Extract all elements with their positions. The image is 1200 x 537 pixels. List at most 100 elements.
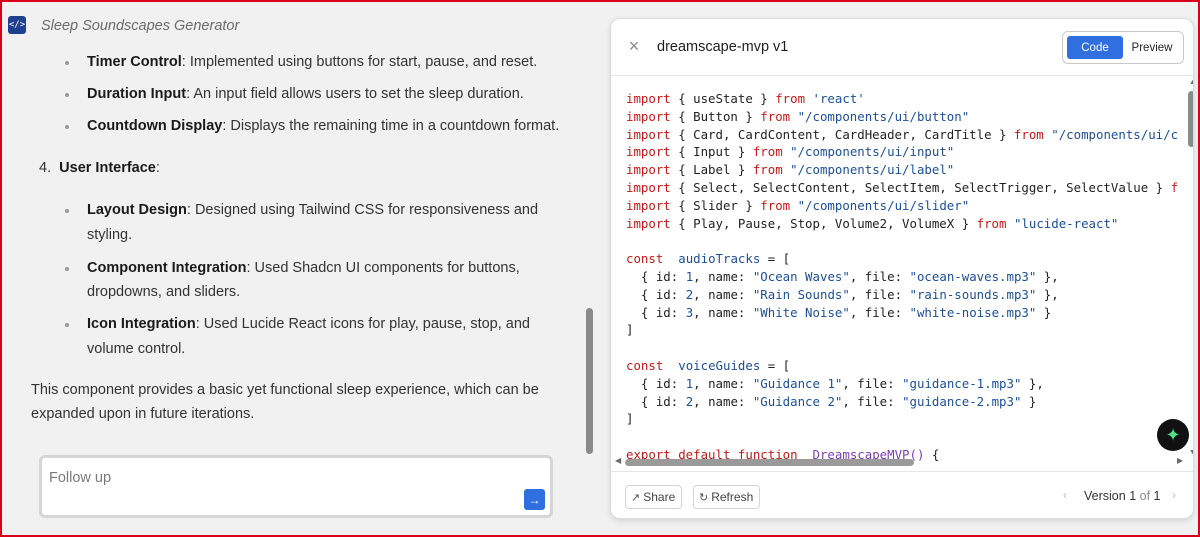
code-token: { id: xyxy=(626,286,686,302)
followup-input[interactable]: Follow up → xyxy=(39,455,553,518)
code-line: import { Input } from "/components/ui/in… xyxy=(626,143,1178,161)
arrow-right-icon: → xyxy=(528,492,541,507)
code-token: "/components/ui/input" xyxy=(790,144,955,160)
list-item: Icon Integration: Used Lucide React icon… xyxy=(87,316,530,332)
refresh-button[interactable]: ↻ Refresh xyxy=(693,485,760,509)
share-button[interactable]: ↗ Share xyxy=(625,485,682,509)
code-token: , name: xyxy=(693,286,753,302)
code-token: } xyxy=(1036,304,1052,320)
code-token: , file: xyxy=(849,268,910,284)
list-item: Duration Input: An input field allows us… xyxy=(87,86,524,102)
code-line: { id: 1, name: "Guidance 1", file: "guid… xyxy=(626,375,1178,393)
code-token: , name: xyxy=(693,393,753,409)
code-line: { id: 1, name: "Ocean Waves", file: "oce… xyxy=(626,268,1178,286)
code-token: "Rain Sounds" xyxy=(752,286,850,302)
bullet-dot xyxy=(65,267,69,271)
code-token: { Play, Pause, Stop, Volume2, VolumeX } xyxy=(678,215,977,231)
close-icon[interactable]: × xyxy=(625,37,643,55)
code-token: = [ xyxy=(760,357,791,373)
code-line: import { useState } from 'react' xyxy=(626,90,1178,108)
code-horizontal-scrollbar-thumb[interactable] xyxy=(625,459,914,466)
code-token: "ocean-waves.mp3" xyxy=(909,268,1037,284)
code-token: from xyxy=(760,108,791,124)
code-token: const xyxy=(626,251,671,267)
tab-preview[interactable]: Preview xyxy=(1125,36,1179,59)
summary-text: This component provides a basic yet func… xyxy=(31,382,539,398)
code-token: , file: xyxy=(849,304,910,320)
list-item-continuation: styling. xyxy=(87,227,133,243)
artifact-title: dreamscape-mvp v1 xyxy=(657,39,789,55)
code-line: import { Label } from "/components/ui/la… xyxy=(626,161,1178,179)
version-indicator: Version 1 of 1 xyxy=(1084,489,1161,503)
code-editor[interactable]: import { useState } from 'react' import {… xyxy=(611,77,1185,462)
bullet-dot xyxy=(65,209,69,213)
code-line: import { Button } from "/components/ui/b… xyxy=(626,108,1178,126)
code-line: ] xyxy=(626,321,1178,339)
code-block: import { useState } from 'react' import {… xyxy=(626,90,1178,462)
code-token: } xyxy=(1021,393,1037,409)
code-token: voiceGuides xyxy=(678,357,761,373)
code-token: "/components/ui/c xyxy=(1051,126,1179,142)
followup-placeholder: Follow up xyxy=(49,470,112,486)
scroll-left-arrow-icon[interactable]: ◀ xyxy=(615,456,621,465)
code-token: from xyxy=(752,162,783,178)
code-token: { Card, CardContent, CardHeader, CardTit… xyxy=(678,126,1014,142)
code-token: { Select, SelectContent, SelectItem, Sel… xyxy=(678,179,1171,195)
app-logo-icon[interactable]: </> xyxy=(8,16,26,34)
code-token: "white-noise.mp3" xyxy=(909,304,1037,320)
scroll-up-arrow-icon[interactable]: ▲ xyxy=(1189,79,1193,86)
section-title: User Interface xyxy=(59,160,156,176)
code-token: ] xyxy=(626,322,634,338)
list-item-text: : Designed using Tailwind CSS for respon… xyxy=(186,202,539,218)
code-token: { id: xyxy=(626,393,686,409)
code-token: }, xyxy=(1036,286,1059,302)
version-total: 1 xyxy=(1153,489,1161,503)
code-token: "Guidance 2" xyxy=(752,393,843,409)
artifact-header: × dreamscape-mvp v1 Code Preview xyxy=(611,19,1193,76)
code-token: "/components/ui/button" xyxy=(797,108,970,124)
bullet-dot xyxy=(65,125,69,129)
list-item-term: Layout Design xyxy=(87,202,187,218)
code-token: "/components/ui/label" xyxy=(790,162,955,178)
code-token: import xyxy=(626,179,679,195)
code-token: { id: xyxy=(626,268,686,284)
code-token: { Label } xyxy=(678,162,753,178)
list-item-term: Icon Integration xyxy=(87,316,196,332)
code-token: "lucide-react" xyxy=(1013,215,1119,231)
code-line: { id: 3, name: "White Noise", file: "whi… xyxy=(626,304,1178,322)
sparkle-fab-button[interactable]: ✦ xyxy=(1157,419,1189,451)
code-token: , file: xyxy=(842,393,903,409)
version-prev-icon[interactable]: ‹ xyxy=(1063,488,1067,502)
version-next-icon[interactable]: › xyxy=(1172,488,1176,502)
code-token: import xyxy=(626,108,679,124)
list-item-continuation: volume control. xyxy=(87,341,186,357)
code-token: = [ xyxy=(760,251,791,267)
section-heading: 4. User Interface: xyxy=(39,160,160,176)
scroll-right-arrow-icon[interactable]: ▶ xyxy=(1177,456,1183,465)
code-token: { xyxy=(924,446,940,462)
app-title: Sleep Soundscapes Generator xyxy=(41,18,240,34)
code-token: { Button } xyxy=(678,108,761,124)
code-token: "Ocean Waves" xyxy=(752,268,850,284)
tab-code[interactable]: Code xyxy=(1067,36,1123,59)
code-token: 'react' xyxy=(812,91,865,106)
view-toggle: Code Preview xyxy=(1062,31,1184,64)
code-line: import { Slider } from "/components/ui/s… xyxy=(626,197,1178,215)
chat-scrollbar-thumb[interactable] xyxy=(586,308,593,454)
list-item-text: : Used Shadcn UI components for buttons, xyxy=(246,260,520,276)
code-line: { id: 2, name: "Guidance 2", file: "guid… xyxy=(626,393,1178,411)
chat-pane: </> Sleep Soundscapes Generator Timer Co… xyxy=(0,0,600,537)
code-line: { id: 2, name: "Rain Sounds", file: "rai… xyxy=(626,286,1178,304)
send-button[interactable]: → xyxy=(524,489,545,510)
code-token: "/components/ui/slider" xyxy=(797,197,970,213)
section-number: 4. xyxy=(39,160,52,176)
section-colon: : xyxy=(155,160,160,176)
refresh-icon: ↻ xyxy=(699,491,709,504)
code-vertical-scrollbar-thumb[interactable] xyxy=(1188,91,1193,147)
scroll-down-arrow-icon[interactable]: ▼ xyxy=(1189,449,1193,456)
code-token: from xyxy=(976,215,1007,231)
